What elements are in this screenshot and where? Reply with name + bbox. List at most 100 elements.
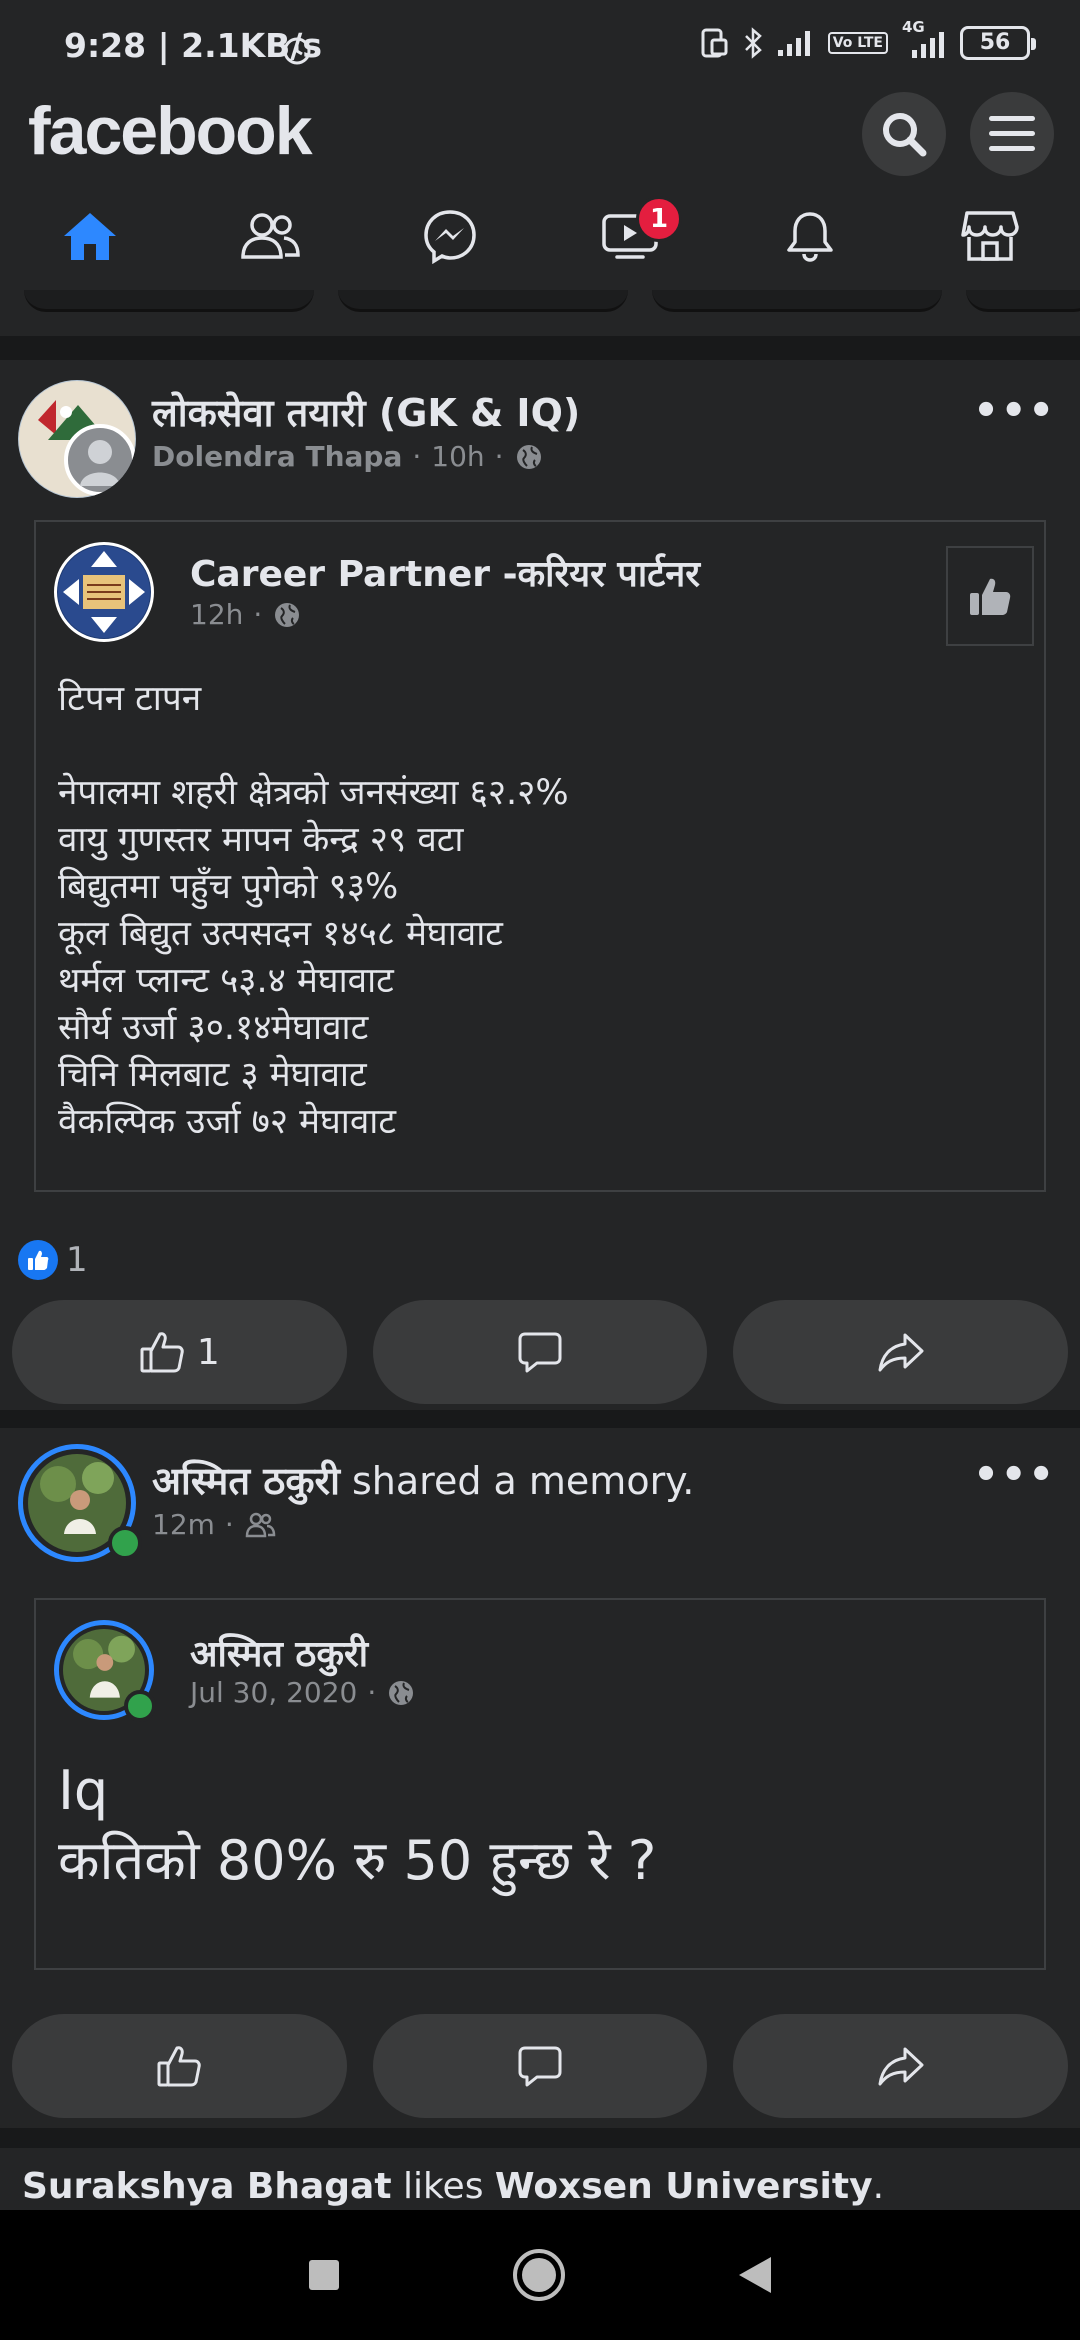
post-actions: 1 <box>12 1300 1069 1404</box>
post-memory: अस्मित ठकुरी shared a memory. 12m · ••• … <box>0 1428 1080 2140</box>
watch-badge: 1 <box>636 196 682 242</box>
back-button-icon[interactable] <box>737 2255 773 2295</box>
page-name[interactable]: Career Partner -करियर पार्टनर <box>190 548 700 597</box>
volte-tag: Vo LTE <box>827 32 888 54</box>
alarm-icon <box>283 37 311 65</box>
like-count: 1 <box>196 1331 220 1373</box>
tab-notifications[interactable] <box>720 190 900 282</box>
home-icon <box>64 213 116 260</box>
menu-icon <box>989 116 1035 151</box>
more-options-icon[interactable]: ••• <box>973 1452 1056 1498</box>
memory-meta: Jul 30, 2020 · <box>190 1676 416 1709</box>
like-button[interactable] <box>12 2014 347 2118</box>
stories-strip[interactable] <box>0 290 1080 314</box>
memory-card[interactable]: अस्मित ठकुरी Jul 30, 2020 · Iq कतिको 80%… <box>34 1598 1046 1970</box>
feed-separator <box>0 1410 1080 1428</box>
dot-separator: · <box>224 1508 234 1541</box>
post-meta: 12m · <box>152 1508 276 1541</box>
share-button[interactable] <box>733 2014 1069 2118</box>
messenger-icon <box>424 210 476 264</box>
bell-icon <box>787 212 833 262</box>
dot-separator: · <box>253 598 263 631</box>
like-icon <box>140 1332 184 1373</box>
network-4g: 4G <box>900 18 948 60</box>
dot-separator: · <box>412 440 422 473</box>
memory-date[interactable]: Jul 30, 2020 <box>190 1676 357 1709</box>
like-page-button[interactable] <box>946 546 1034 646</box>
reaction-summary[interactable]: 1 <box>18 1240 88 1280</box>
liked-page-name[interactable]: Woxsen University <box>495 2166 873 2207</box>
post-actions <box>12 2014 1069 2118</box>
online-indicator <box>124 1690 156 1722</box>
recents-button-icon[interactable] <box>307 2258 341 2292</box>
page-avatar[interactable] <box>54 542 154 642</box>
likes-verb: likes <box>391 2166 495 2207</box>
thumbs-up-icon <box>970 578 1011 615</box>
dot-separator: · <box>494 440 504 473</box>
comment-button[interactable] <box>372 2014 708 2118</box>
author-name[interactable]: Dolendra Thapa <box>152 440 402 473</box>
marketplace-icon <box>961 211 1019 261</box>
status-icons: Vo LTE 4G 56 <box>700 18 1036 60</box>
tab-watch[interactable]: 1 <box>540 190 720 282</box>
liker-name[interactable]: Surakshya Bhagat <box>22 2166 392 2207</box>
reaction-count: 1 <box>66 1240 88 1280</box>
like-icon <box>157 2046 202 2087</box>
friends-audience-icon <box>245 1512 276 1537</box>
signal-icon <box>777 31 810 56</box>
story-end-punct: . <box>872 2166 885 2207</box>
like-reaction-icon <box>18 1240 58 1280</box>
post-time[interactable]: 12m <box>152 1508 215 1541</box>
group-logo-icon <box>19 381 136 497</box>
system-nav-bar <box>0 2210 1080 2340</box>
facebook-logo[interactable]: facebook <box>28 92 313 170</box>
status-bar: 9:28 | 2.1KB/s Vo LTE 4G 56 <box>0 0 1080 92</box>
group-name[interactable]: लोकसेवा तयारी (GK & IQ) <box>152 386 580 438</box>
globe-icon <box>275 602 300 627</box>
dot-separator: · <box>367 1676 377 1709</box>
tab-messenger[interactable] <box>360 190 540 282</box>
bluetooth-icon <box>744 27 762 59</box>
post-body-text: टिपन टापन नेपालमा शहरी क्षेत्रको जनसंख्य… <box>58 679 569 1142</box>
share-icon <box>878 2047 924 2086</box>
feed-separator <box>0 2128 1080 2148</box>
post-group: लोकसेवा तयारी (GK & IQ) Dolendra Thapa ·… <box>0 360 1080 1410</box>
share-icon <box>878 1333 924 1372</box>
story-card[interactable] <box>966 290 1080 312</box>
shared-time[interactable]: 12h <box>190 598 243 631</box>
comment-icon <box>518 2046 562 2087</box>
story-card[interactable] <box>652 290 942 312</box>
signal-2-icon <box>912 32 944 58</box>
comment-button[interactable] <box>372 1300 708 1404</box>
tab-marketplace[interactable] <box>900 190 1080 282</box>
globe-icon <box>516 444 541 469</box>
story-card[interactable] <box>24 290 314 312</box>
menu-button[interactable] <box>970 92 1054 176</box>
feed-separator <box>0 336 1080 360</box>
globe-icon <box>389 1680 414 1705</box>
shared-post-card[interactable]: Career Partner -करियर पार्टनर 12h · टिपन… <box>34 520 1046 1192</box>
career-partner-logo-icon <box>58 546 150 638</box>
author-name[interactable]: अस्मित ठकुरी <box>152 1459 340 1503</box>
post-time[interactable]: 10h <box>431 440 484 473</box>
share-button[interactable] <box>733 1300 1069 1404</box>
story-card[interactable] <box>338 290 628 312</box>
search-button[interactable] <box>862 92 946 176</box>
tab-home[interactable] <box>0 190 180 282</box>
like-button[interactable]: 1 <box>12 1300 347 1404</box>
home-button-icon[interactable] <box>511 2247 567 2303</box>
like-reaction-glyph-icon <box>28 1250 49 1270</box>
shared-meta: 12h · <box>190 598 302 631</box>
post-action-text: shared a memory. <box>339 1459 695 1503</box>
more-options-icon[interactable]: ••• <box>973 388 1056 434</box>
group-avatar[interactable] <box>18 380 136 498</box>
memory-author-name[interactable]: अस्मित ठकुरी <box>190 1628 368 1677</box>
post-meta: Dolendra Thapa · 10h · <box>152 440 544 473</box>
battery-indicator: 56 <box>960 26 1036 60</box>
tab-friends[interactable] <box>180 190 360 282</box>
next-story-header: Surakshya Bhagat likes Woxsen University… <box>22 2166 884 2207</box>
post-header-text: अस्मित ठकुरी shared a memory. <box>152 1454 694 1506</box>
search-icon <box>883 113 927 157</box>
comment-icon <box>518 1332 562 1373</box>
friends-icon <box>241 213 300 259</box>
